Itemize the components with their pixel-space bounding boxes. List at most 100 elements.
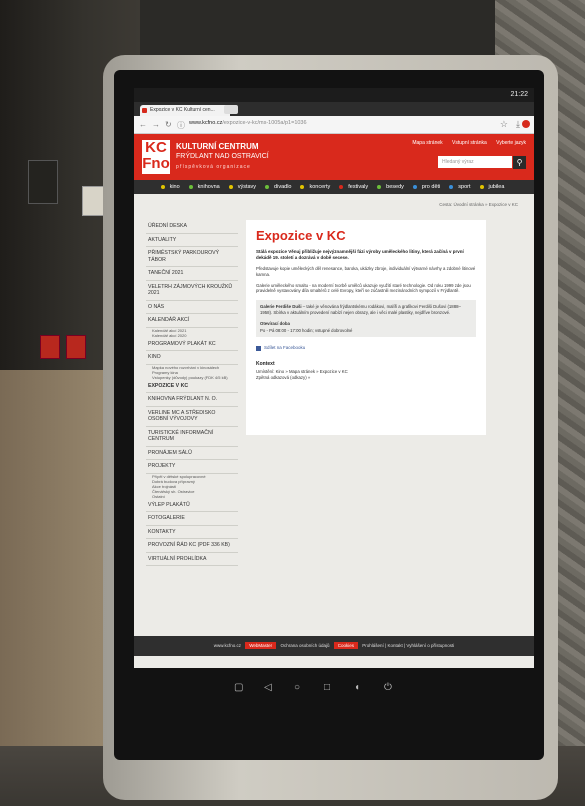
kiosk-screen: 21:22 Expozice v KC Kulturní cen... ← → … [134, 88, 534, 668]
sidebar-item[interactable]: O NÁS [146, 301, 238, 314]
sidebar-item[interactable]: PROJEKTY [146, 460, 238, 474]
nav-bullet-icon [228, 184, 233, 189]
sidebar-item[interactable]: PROGRAMOVÝ PLAKÁT KC [146, 338, 238, 351]
reload-icon[interactable]: ↻ [165, 120, 172, 129]
site-footer: www.kcfno.cz WebMaster Ochrana osobních … [134, 636, 534, 656]
nav-bullet-icon [377, 184, 382, 189]
nav-bullet-icon [300, 184, 305, 189]
sidebar-item[interactable]: KINO [146, 351, 238, 365]
org-type: příspěvková organizace [176, 164, 251, 170]
new-tab-button[interactable] [224, 105, 238, 114]
breadcrumb: Cesta: Úvodní stránka » Expozice v KC [439, 202, 518, 207]
power-icon[interactable]: ⏻ [384, 682, 392, 693]
nav-item-4[interactable]: koncerty [300, 184, 333, 190]
search-input[interactable]: Hledaný výraz [438, 156, 512, 168]
sidebar-item[interactable]: VERLINE MC A STŘEDISKO OSOBNÍ VÝVOJOVY [146, 407, 238, 427]
nav-item-8[interactable]: sport [449, 184, 473, 190]
nav-item-7[interactable]: pro děti [412, 184, 443, 190]
article-paragraph-2: Galerie uměleckého smaltu - na moderní t… [256, 282, 471, 294]
wall-switch-box [28, 160, 58, 204]
nav-item-5[interactable]: festivaly [339, 184, 371, 190]
contact-line-1[interactable]: Umístění: Kino » Mapa stránek » Expozice… [256, 369, 476, 375]
back-nav-icon[interactable]: ◁ [264, 682, 272, 693]
volume-icon[interactable]: ◖ [354, 682, 360, 693]
nav-item-2[interactable]: výstavy [228, 184, 259, 190]
article-paragraph-1: Představuje kopie uměleckých děl renesan… [256, 266, 476, 277]
nav-item-1[interactable]: knihovna [188, 184, 223, 190]
screenshot-icon[interactable]: ▢ [234, 682, 243, 693]
sidebar-item[interactable]: TURISTICKÉ INFORMAČNÍ CENTRUM [146, 427, 238, 447]
gallery-label: Galerie Ferdiše Duši [260, 304, 302, 310]
sidebar-subitem[interactable]: Vstupenky (důvody) poukazy (FDK 4/5 kB) [146, 375, 238, 380]
wooden-counter [0, 370, 120, 770]
nav-bullet-icon [265, 184, 270, 189]
sidebar-item[interactable]: KONTAKTY [146, 526, 238, 539]
org-name: KULTURNÍ CENTRUM [176, 142, 259, 151]
sidebar-item[interactable]: PŘIMĚSTSKÝ PARKOUROVÝ TÁBOR [146, 247, 238, 267]
url-path: /expozice-v-kc/ms-1005a/p1=1036 [222, 120, 307, 126]
contact-heading: Kontext [256, 360, 275, 367]
footer-cookies-link[interactable]: Cookies [333, 642, 359, 649]
nav-item-0[interactable]: kino [160, 184, 183, 190]
footer-webmaster-link[interactable]: WebMaster [245, 642, 277, 649]
recents-nav-icon[interactable]: □ [324, 682, 330, 693]
article: Expozice v KC Stálá expozice Věnuj přibl… [246, 220, 486, 435]
nav-item-3[interactable]: divadlo [265, 184, 294, 190]
clock: 21:22 [510, 91, 528, 98]
sidebar-item[interactable]: TANEČNÍ 2021 [146, 267, 238, 281]
facebook-share-link[interactable]: Sdílet na Facebooku [256, 345, 476, 351]
fire-alarm-left [40, 335, 60, 359]
home-nav-icon[interactable]: ○ [294, 682, 300, 693]
tab-title: Expozice v KC Kulturní cen... [150, 107, 215, 113]
android-nav-bar: ▢ ◁ ○ □ ◖ ⏻ ☰ [134, 668, 534, 728]
facebook-icon [256, 345, 261, 351]
home-link[interactable]: Vstupní stránka [452, 140, 487, 146]
nav-bullet-icon [479, 184, 484, 189]
url-host: www.kcfno.cz [189, 120, 223, 126]
back-icon[interactable]: ← [139, 120, 147, 129]
kc-logo[interactable]: KC Fno [142, 140, 170, 174]
bookmark-star-icon[interactable]: ☆ [500, 119, 508, 130]
sidebar-menu: ÚŘEDNÍ DESKA AKTUALITY PŘIMĚSTSKÝ PARKOURO… [146, 220, 238, 566]
search-icon[interactable]: ⚲ [513, 156, 526, 169]
opening-hours: Po - Pá 08:00 - 17:00 hodin; vstupné dob… [260, 327, 353, 333]
main-navigation: kino knihovna výstavy divadlo koncerty festiv… [134, 180, 534, 194]
favicon-icon [142, 108, 147, 113]
android-status-bar: 21:22 [134, 88, 534, 102]
sidebar-item[interactable]: KALENDÁŘ AKCÍ [146, 314, 238, 328]
nav-item-9[interactable]: jubilea [479, 184, 508, 190]
nav-bullet-icon [449, 184, 454, 189]
sidebar-item[interactable]: ÚŘEDNÍ DESKA [146, 220, 238, 234]
opening-hours-label: Otevírací doba [260, 320, 290, 326]
org-subtitle: FRÝDLANT NAD OSTRAVICÍ [176, 153, 269, 160]
record-icon[interactable] [522, 120, 530, 128]
forward-icon[interactable]: → [152, 120, 160, 129]
nav-item-6[interactable]: besedy [377, 184, 407, 190]
safety-sign [82, 186, 104, 216]
sidebar-item[interactable]: AKTUALITY [146, 234, 238, 247]
url-field[interactable]: www.kcfno.cz/expozice-v-kc/ms-1005a/p1=1… [189, 120, 307, 126]
nav-bullet-icon [412, 184, 417, 189]
download-icon[interactable]: ⤓ [516, 119, 520, 130]
footer-privacy-link[interactable]: Ochrana osobních údajů [280, 643, 329, 648]
sidebar-item[interactable]: PROVOZNÍ ŘÁD KC (PDF 336 KB) [146, 539, 238, 553]
gallery-box: Galerie Ferdiše Duši – také je věnována … [256, 300, 476, 338]
page-title: Expozice v KC [256, 228, 346, 243]
sidebar-item[interactable]: EXPOZICE V KC [146, 380, 238, 393]
contact-line-2[interactable]: Zpětná odkazová (odkazy) » [256, 375, 476, 381]
info-icon[interactable]: ⓘ [177, 120, 185, 131]
browser-tab-bar: Expozice v KC Kulturní cen... [134, 102, 534, 116]
sidebar-item[interactable]: KNIHOVNA FRÝDLANT N. O. [146, 393, 238, 407]
sidebar-item[interactable]: VELETRH ZÁJMOVÝCH KROUŽKŮ 2021 [146, 281, 238, 301]
sidebar-item[interactable]: VÝLEP PLAKÁTŮ [146, 499, 238, 512]
sitemap-link[interactable]: Mapa stránek [412, 140, 442, 146]
footer-links[interactable]: Prohlášení | Kontakt | Vyhlášení o příst… [362, 643, 454, 648]
nav-bullet-icon [188, 184, 193, 189]
language-link[interactable]: Vyberte jazyk [496, 140, 526, 146]
nav-bullet-icon [339, 184, 344, 189]
sidebar-item[interactable]: PRONÁJEM SÁLŮ [146, 447, 238, 460]
sidebar-item[interactable]: VIRTUÁLNÍ PROHLÍDKA [146, 553, 238, 566]
footer-domain: www.kcfno.cz [213, 643, 241, 648]
browser-tab[interactable]: Expozice v KC Kulturní cen... [140, 105, 230, 116]
sidebar-item[interactable]: FOTOGALERIE [146, 512, 238, 526]
